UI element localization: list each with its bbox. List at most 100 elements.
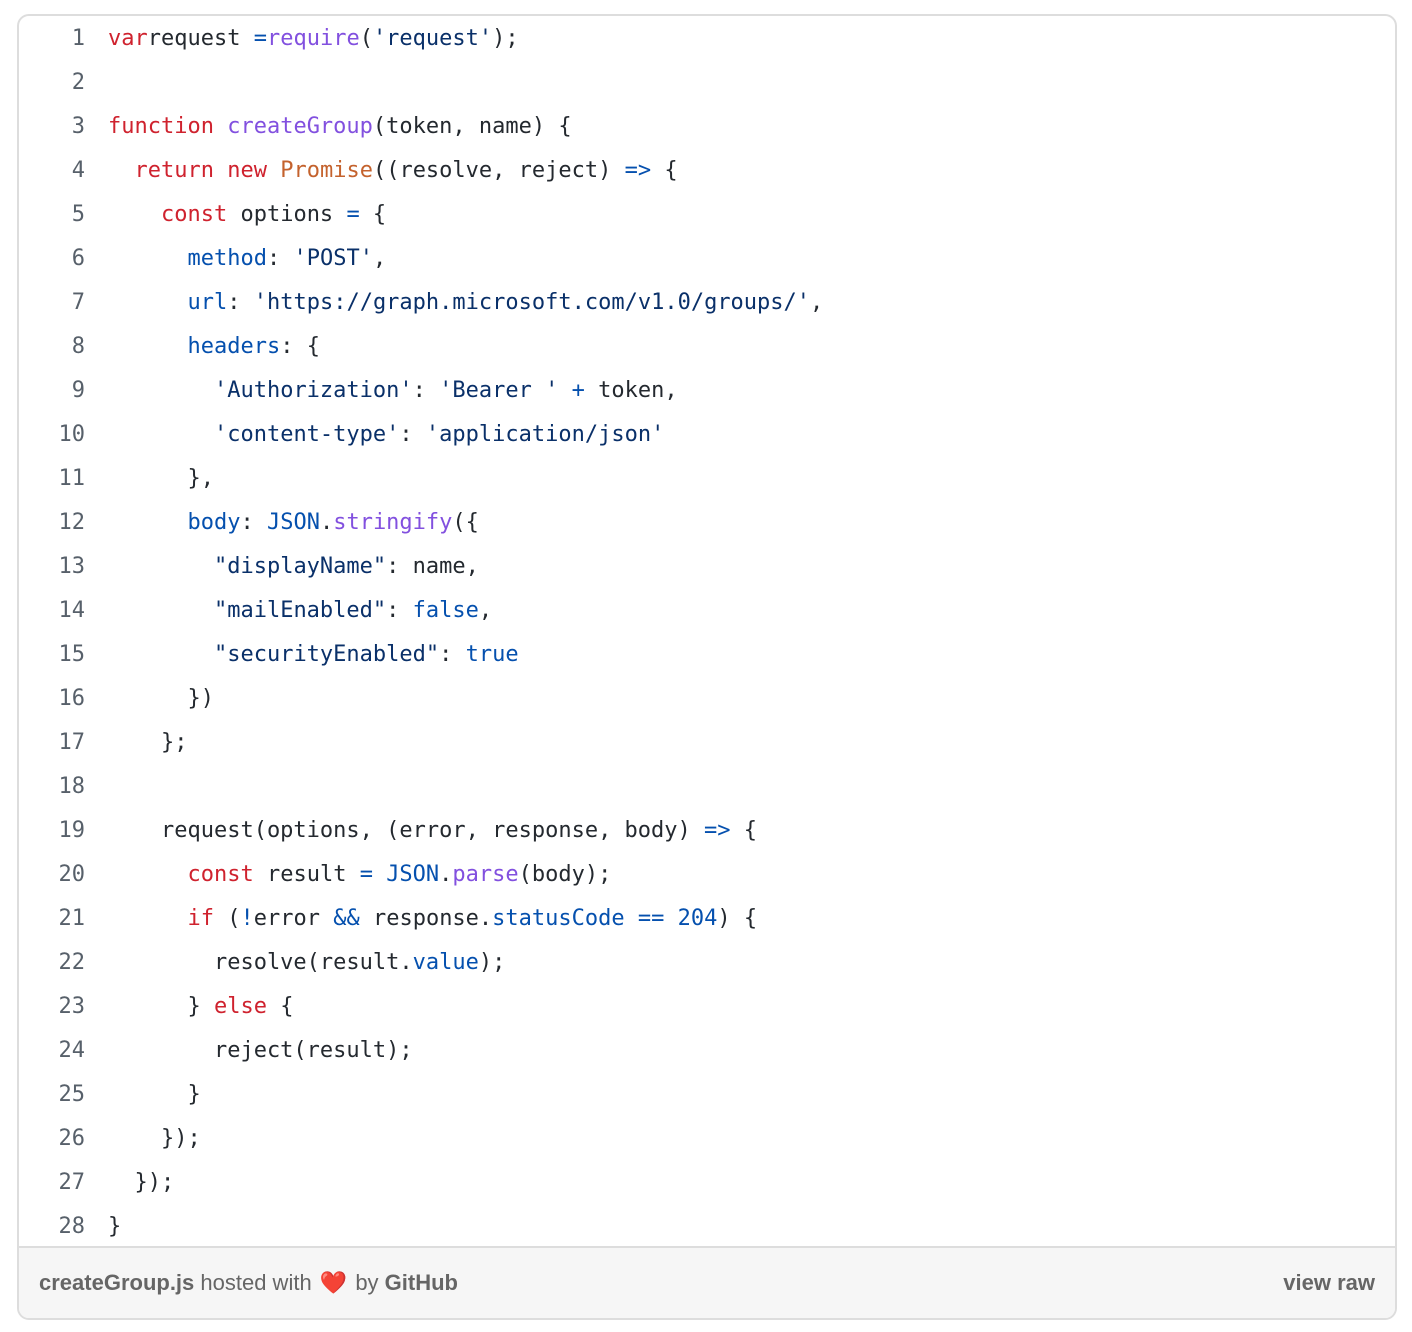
github-link[interactable]: GitHub [385, 1270, 458, 1295]
code-token: { [359, 202, 387, 227]
line-number: 20 [58, 862, 86, 887]
code-token: }); [108, 1126, 201, 1151]
code-token: 'content-type' [213, 422, 400, 447]
view-raw-link[interactable]: view raw [1283, 1248, 1375, 1318]
code-token: + [571, 378, 585, 403]
code-token: . [439, 862, 453, 887]
code-token: request(options, (error, response, body) [108, 818, 705, 843]
code-token: == [637, 906, 665, 931]
code-token: : [386, 598, 413, 623]
line-number: 28 [58, 1214, 86, 1239]
code-line: 3 function createGroup(token, name) { [19, 105, 1395, 149]
code-text: headers: { [108, 325, 320, 369]
code-text: "mailEnabled": false, [108, 589, 492, 633]
code-token: stringify [333, 510, 453, 535]
code-token: options [227, 202, 347, 227]
code-token: url [187, 290, 228, 315]
code-token: body [187, 510, 241, 535]
code-token: statusCode [492, 906, 625, 931]
code-line: 22 resolve(result.value); [19, 941, 1395, 985]
code-token: result [253, 862, 360, 887]
code-line: 4 return new Promise((resolve, reject) =… [19, 149, 1395, 193]
code-token: { [730, 818, 758, 843]
code-line: 17 }; [19, 721, 1395, 765]
code-line: 7 url: 'https://graph.microsoft.com/v1.0… [19, 281, 1395, 325]
code-token: ! [240, 906, 254, 931]
line-number: 18 [58, 774, 86, 799]
code-token: 204 [677, 906, 718, 931]
code-line: 10 'content-type': 'application/json' [19, 413, 1395, 457]
code-token: ( [213, 906, 241, 931]
code-token: : { [280, 334, 320, 359]
code-token: method [187, 246, 267, 271]
code-token: parse [452, 862, 519, 887]
code-text: } [108, 1205, 121, 1249]
code-token: => [624, 158, 652, 183]
code-line: 9 'Authorization': 'Bearer ' + token, [19, 369, 1395, 413]
code-token: ({ [452, 510, 479, 535]
code-token: } [108, 994, 214, 1019]
code-line: 24 reject(result); [19, 1029, 1395, 1073]
code-token: ); [478, 950, 506, 975]
line-number: 9 [71, 378, 85, 403]
code-token: : [227, 290, 254, 315]
code-text: request(options, (error, response, body)… [108, 809, 757, 853]
code-text: }; [108, 721, 188, 765]
code-token: ) { [717, 906, 758, 931]
code-token: && [333, 906, 360, 931]
filename-link[interactable]: createGroup.js [39, 1270, 194, 1295]
code-token: "securityEnabled" [213, 642, 440, 667]
code-text: } [108, 1073, 200, 1117]
code-token: ( [359, 26, 373, 51]
code-token: ((resolve, reject) [372, 158, 625, 183]
code-token: : [412, 378, 440, 403]
code-text: if (!error && response.statusCode == 204… [108, 897, 757, 941]
code-token: }; [108, 730, 188, 755]
code-token: = [359, 862, 373, 887]
line-number: 2 [71, 70, 85, 95]
line-number: 4 [71, 158, 85, 183]
gist-embed: 1 varrequest =require('request'); 2 3 functi… [17, 14, 1397, 1320]
line-number: 19 [58, 818, 86, 843]
code-text: 'Authorization': 'Bearer ' + token, [108, 369, 678, 413]
code-text: return new Promise((resolve, reject) => … [108, 149, 678, 193]
code-token: { [651, 158, 678, 183]
code-line: 15 "securityEnabled": true [19, 633, 1395, 677]
code-line: 16 }) [19, 677, 1395, 721]
line-number: 26 [58, 1126, 86, 1151]
line-number: 8 [71, 334, 85, 359]
code-text: }, [108, 457, 214, 501]
code-token: false [412, 598, 479, 623]
code-token: error [253, 906, 334, 931]
code-line: 13 "displayName": name, [19, 545, 1395, 589]
code-text: const result = JSON.parse(body); [108, 853, 611, 897]
code-text: reject(result); [108, 1029, 413, 1073]
line-number: 7 [71, 290, 85, 315]
code-token: (body); [518, 862, 612, 887]
line-number: 16 [58, 686, 86, 711]
code-token: headers [187, 334, 281, 359]
code-token: const [187, 862, 254, 887]
code-token: reject(result); [108, 1038, 413, 1063]
code-token: 'Bearer ' [439, 378, 559, 403]
code-token: }); [108, 1170, 175, 1195]
code-token: (token, name) { [372, 114, 572, 139]
code-line: 5 const options = { [19, 193, 1395, 237]
line-number: 10 [58, 422, 86, 447]
code-token: 'application/json' [425, 422, 665, 447]
code-text: } else { [108, 985, 293, 1029]
code-line: 23 } else { [19, 985, 1395, 1029]
line-number: 3 [71, 114, 85, 139]
